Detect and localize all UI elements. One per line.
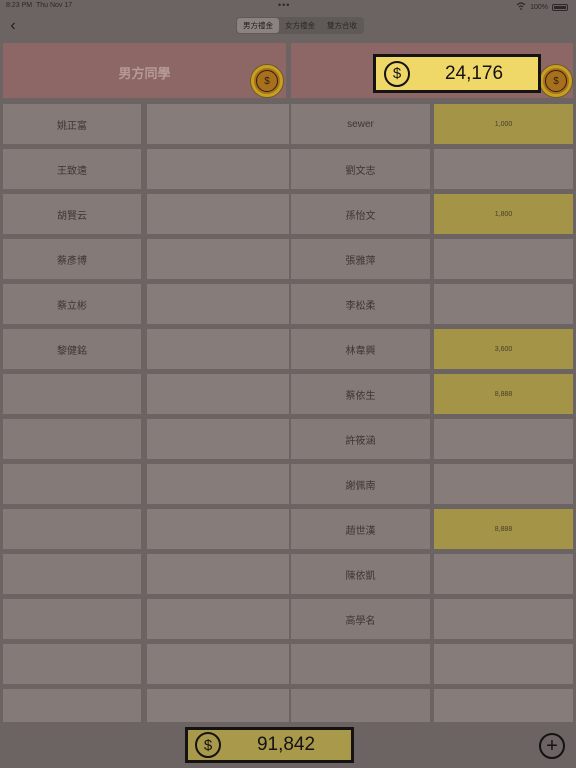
guest-name-left[interactable]: 王致遠 <box>3 149 141 189</box>
dollar-icon: $ <box>545 70 567 92</box>
battery-percent: 100% <box>530 3 548 11</box>
battery-icon <box>552 3 568 11</box>
guest-name-right[interactable]: 張雅萍 <box>291 239 430 279</box>
guest-name-right[interactable]: sewer <box>291 104 430 144</box>
tab-combined[interactable]: 雙方合收 <box>321 18 363 33</box>
guest-name-right[interactable]: 許筱涵 <box>291 419 430 459</box>
gift-amount-left[interactable] <box>147 374 289 414</box>
multitask-dots[interactable]: ••• <box>278 0 290 10</box>
guest-name-left[interactable] <box>3 464 141 504</box>
guest-name-left[interactable] <box>3 554 141 594</box>
guest-name-left[interactable] <box>3 644 141 684</box>
guest-name-right[interactable]: 劉文志 <box>291 149 430 189</box>
guest-name-right[interactable]: 趙世漢 <box>291 509 430 549</box>
coin-button-right[interactable]: $ <box>540 65 572 97</box>
gift-amount-left[interactable] <box>147 329 289 369</box>
grand-total-pill: $ 91,842 <box>185 727 354 763</box>
gift-amount-right[interactable]: 1,000 <box>434 104 573 144</box>
wifi-icon <box>516 2 526 12</box>
gift-amount-left[interactable] <box>147 554 289 594</box>
gift-amount-left[interactable] <box>147 149 289 189</box>
gift-amount-right[interactable] <box>434 464 573 504</box>
dollar-icon: $ <box>384 60 410 87</box>
gift-amount-left[interactable] <box>147 599 289 639</box>
segmented-control: 男方禮金 女方禮金 雙方合收 <box>236 17 364 34</box>
dollar-icon: $ <box>256 70 278 92</box>
guest-name-right[interactable]: 李松柔 <box>291 284 430 324</box>
guest-name-left[interactable] <box>3 599 141 639</box>
gift-amount-left[interactable] <box>147 239 289 279</box>
tab-groom-gifts[interactable]: 男方禮金 <box>237 18 279 33</box>
guest-name-right[interactable]: 高學名 <box>291 599 430 639</box>
gift-amount-left[interactable] <box>147 464 289 504</box>
status-bar: 8:23 PM Thu Nov 17 ••• 100% <box>0 0 576 12</box>
gift-amount-right[interactable]: 1,800 <box>434 194 573 234</box>
gift-amount-right[interactable] <box>434 599 573 639</box>
gift-amount-right[interactable] <box>434 554 573 594</box>
add-button[interactable]: + <box>539 733 565 759</box>
guest-name-left[interactable]: 蔡立彬 <box>3 284 141 324</box>
guest-name-right[interactable]: 孫怡文 <box>291 194 430 234</box>
gift-amount-left[interactable] <box>147 284 289 324</box>
coin-button-left[interactable]: $ <box>251 65 283 97</box>
gift-amount-right[interactable] <box>434 239 573 279</box>
gift-amount-right[interactable] <box>434 284 573 324</box>
guest-name-right[interactable]: 陳依凱 <box>291 554 430 594</box>
gift-amount-right[interactable] <box>434 644 573 684</box>
guest-name-left[interactable] <box>3 419 141 459</box>
status-time: 8:23 PM Thu Nov 17 <box>6 2 73 9</box>
gift-amount-right[interactable] <box>434 149 573 189</box>
status-right: 100% <box>516 2 568 12</box>
group-total-pill: $ 24,176 <box>373 54 541 93</box>
gift-amount-right[interactable]: 3,600 <box>434 329 573 369</box>
guest-name-left[interactable] <box>3 509 141 549</box>
gift-amount-left[interactable] <box>147 419 289 459</box>
guest-name-right[interactable] <box>291 644 430 684</box>
gift-amount-right[interactable] <box>434 419 573 459</box>
back-button[interactable]: ‹ <box>4 16 22 36</box>
group-total-amount: 24,176 <box>444 62 504 84</box>
tab-bride-gifts[interactable]: 女方禮金 <box>279 18 321 33</box>
guest-name-right[interactable]: 謝佩南 <box>291 464 430 504</box>
gift-amount-left[interactable] <box>147 194 289 234</box>
grand-total-amount: 91,842 <box>256 734 316 755</box>
guest-name-right[interactable]: 林韋興 <box>291 329 430 369</box>
guest-name-right[interactable]: 蔡依生 <box>291 374 430 414</box>
nav-bar: ‹ 男方禮金 女方禮金 雙方合收 <box>0 14 576 38</box>
guest-name-left[interactable]: 黎健銘 <box>3 329 141 369</box>
group-header-left: 男方同學 <box>3 43 286 98</box>
guest-name-left[interactable]: 蔡彥博 <box>3 239 141 279</box>
gift-amount-left[interactable] <box>147 644 289 684</box>
gift-amount-left[interactable] <box>147 509 289 549</box>
dollar-icon: $ <box>195 732 221 758</box>
guest-name-left[interactable] <box>3 374 141 414</box>
gift-amount-right[interactable]: 8,888 <box>434 374 573 414</box>
gift-amount-left[interactable] <box>147 104 289 144</box>
guest-name-left[interactable]: 姚正富 <box>3 104 141 144</box>
guest-name-left[interactable]: 胡賢云 <box>3 194 141 234</box>
group-title: 男方同學 <box>118 66 171 81</box>
gift-amount-right[interactable]: 8,888 <box>434 509 573 549</box>
